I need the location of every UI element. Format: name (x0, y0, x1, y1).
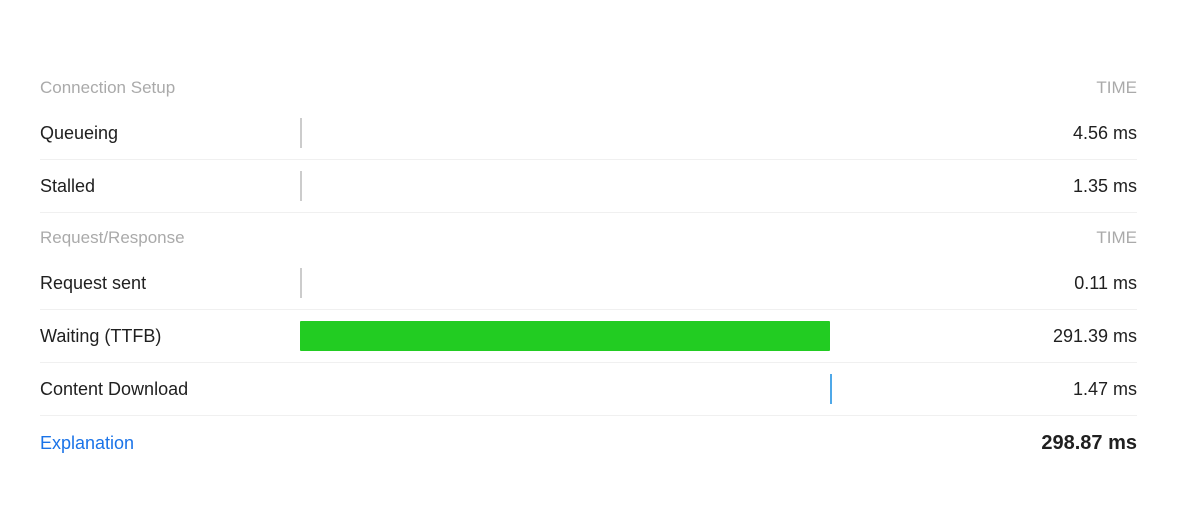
request-sent-tick (300, 268, 302, 298)
row-request-sent: Request sent 0.11 ms (40, 257, 1137, 310)
queueing-label: Queueing (40, 123, 300, 144)
content-download-time: 1.47 ms (1007, 379, 1137, 400)
queueing-time: 4.56 ms (1007, 123, 1137, 144)
request-sent-bar-area (300, 257, 1007, 309)
request-response-label: Request/Response (40, 228, 300, 248)
row-queueing: Queueing 4.56 ms (40, 107, 1137, 160)
row-content-download: Content Download 1.47 ms (40, 363, 1137, 416)
stalled-time: 1.35 ms (1007, 176, 1137, 197)
content-download-label: Content Download (40, 379, 300, 400)
section-header-connection: Connection Setup TIME (40, 69, 1137, 107)
ttfb-label: Waiting (TTFB) (40, 326, 300, 347)
content-download-tick (830, 374, 832, 404)
footer-row: Explanation 298.87 ms (40, 424, 1137, 462)
connection-setup-time: TIME (1007, 78, 1137, 98)
ttfb-bar-area (300, 310, 1007, 362)
ttfb-bar (300, 321, 830, 351)
ttfb-time: 291.39 ms (1007, 326, 1137, 347)
content-download-bar-area (300, 363, 1007, 415)
queueing-tick (300, 118, 302, 148)
stalled-bar-area (300, 160, 1007, 212)
request-sent-time: 0.11 ms (1007, 273, 1137, 294)
section-header-request: Request/Response TIME (40, 219, 1137, 257)
request-response-time: TIME (1007, 228, 1137, 248)
total-time: 298.87 ms (1007, 432, 1137, 455)
queueing-bar-area (300, 107, 1007, 159)
stalled-label: Stalled (40, 176, 300, 197)
request-sent-label: Request sent (40, 273, 300, 294)
row-stalled: Stalled 1.35 ms (40, 160, 1137, 213)
connection-setup-label: Connection Setup (40, 78, 300, 98)
explanation-link[interactable]: Explanation (40, 433, 134, 454)
row-ttfb: Waiting (TTFB) 291.39 ms (40, 310, 1137, 363)
stalled-tick (300, 171, 302, 201)
timing-panel: Connection Setup TIME Queueing 4.56 ms S… (0, 0, 1177, 531)
